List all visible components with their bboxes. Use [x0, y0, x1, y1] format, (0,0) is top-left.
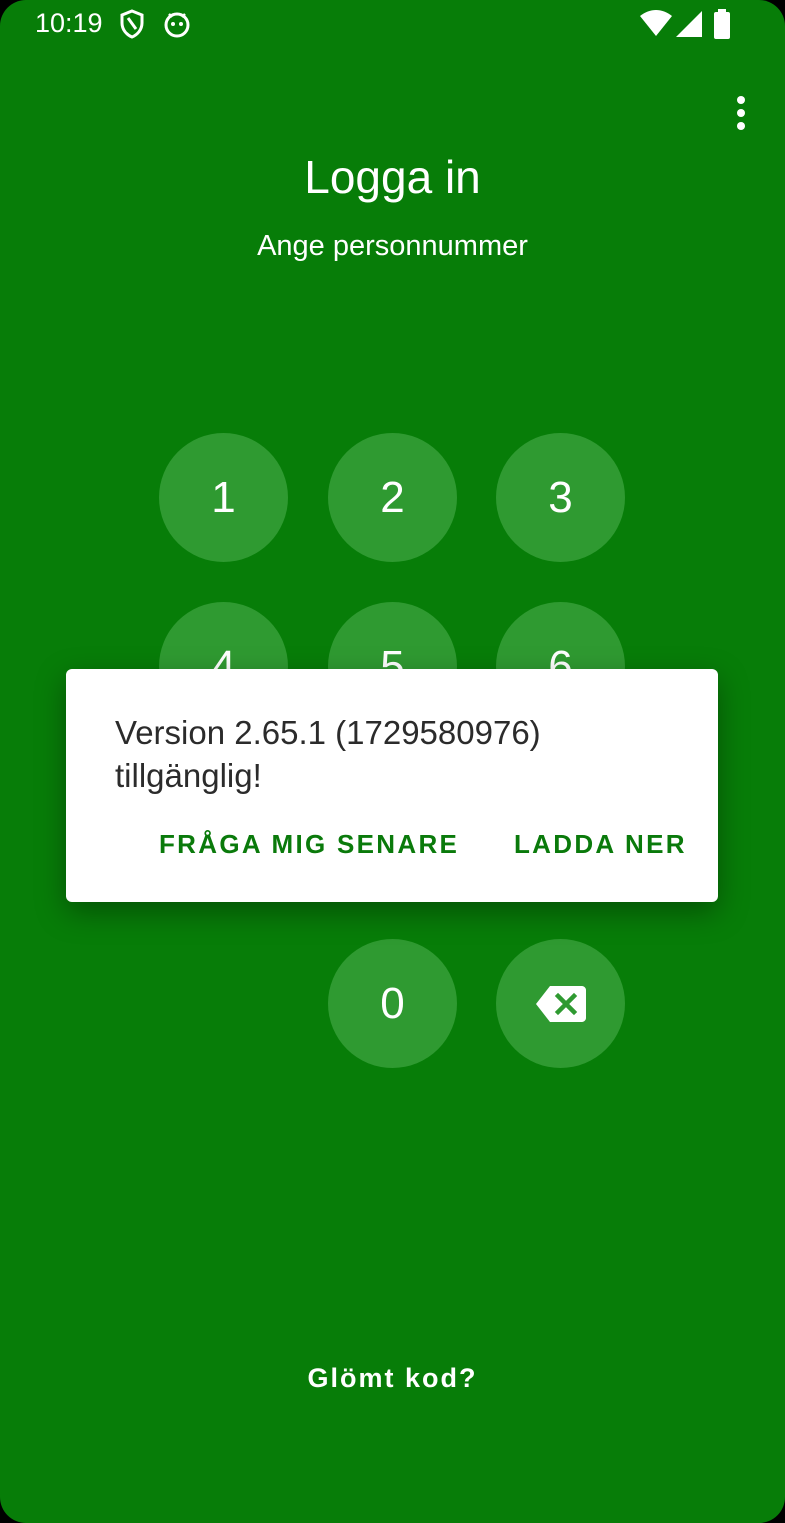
status-time: 10:19: [35, 8, 103, 38]
key-1[interactable]: 1: [159, 433, 288, 562]
key-0[interactable]: 0: [328, 939, 457, 1068]
backspace-icon: [535, 985, 586, 1022]
ask-later-button[interactable]: FRÅGA MIG SENARE: [159, 829, 459, 860]
key-2[interactable]: 2: [328, 433, 457, 562]
page-title: Logga in: [304, 151, 481, 203]
page-subtitle: Ange personnummer: [257, 230, 528, 262]
dialog-message: Version 2.65.1 (1729580976) tillgänglig!: [115, 714, 541, 794]
dot-icon: [737, 96, 745, 104]
android-icon: [163, 9, 191, 44]
login-screen: 10:19 Logga in Ange personnummer 1 2 3 4…: [0, 0, 785, 1523]
status-bar: 10:19: [0, 0, 785, 50]
key-3[interactable]: 3: [496, 433, 625, 562]
overflow-menu-button[interactable]: [723, 93, 759, 133]
signal-icon: [676, 11, 702, 42]
download-button[interactable]: LADDA NER: [514, 829, 687, 860]
update-dialog: Version 2.65.1 (1729580976) tillgänglig!…: [66, 669, 718, 902]
dot-icon: [737, 122, 745, 130]
battery-icon: [713, 9, 731, 44]
wifi-icon: [640, 10, 672, 43]
dot-icon: [737, 109, 745, 117]
backspace-button[interactable]: [496, 939, 625, 1068]
forgot-code-link[interactable]: Glömt kod?: [0, 1363, 785, 1394]
shield-icon: [119, 9, 145, 44]
